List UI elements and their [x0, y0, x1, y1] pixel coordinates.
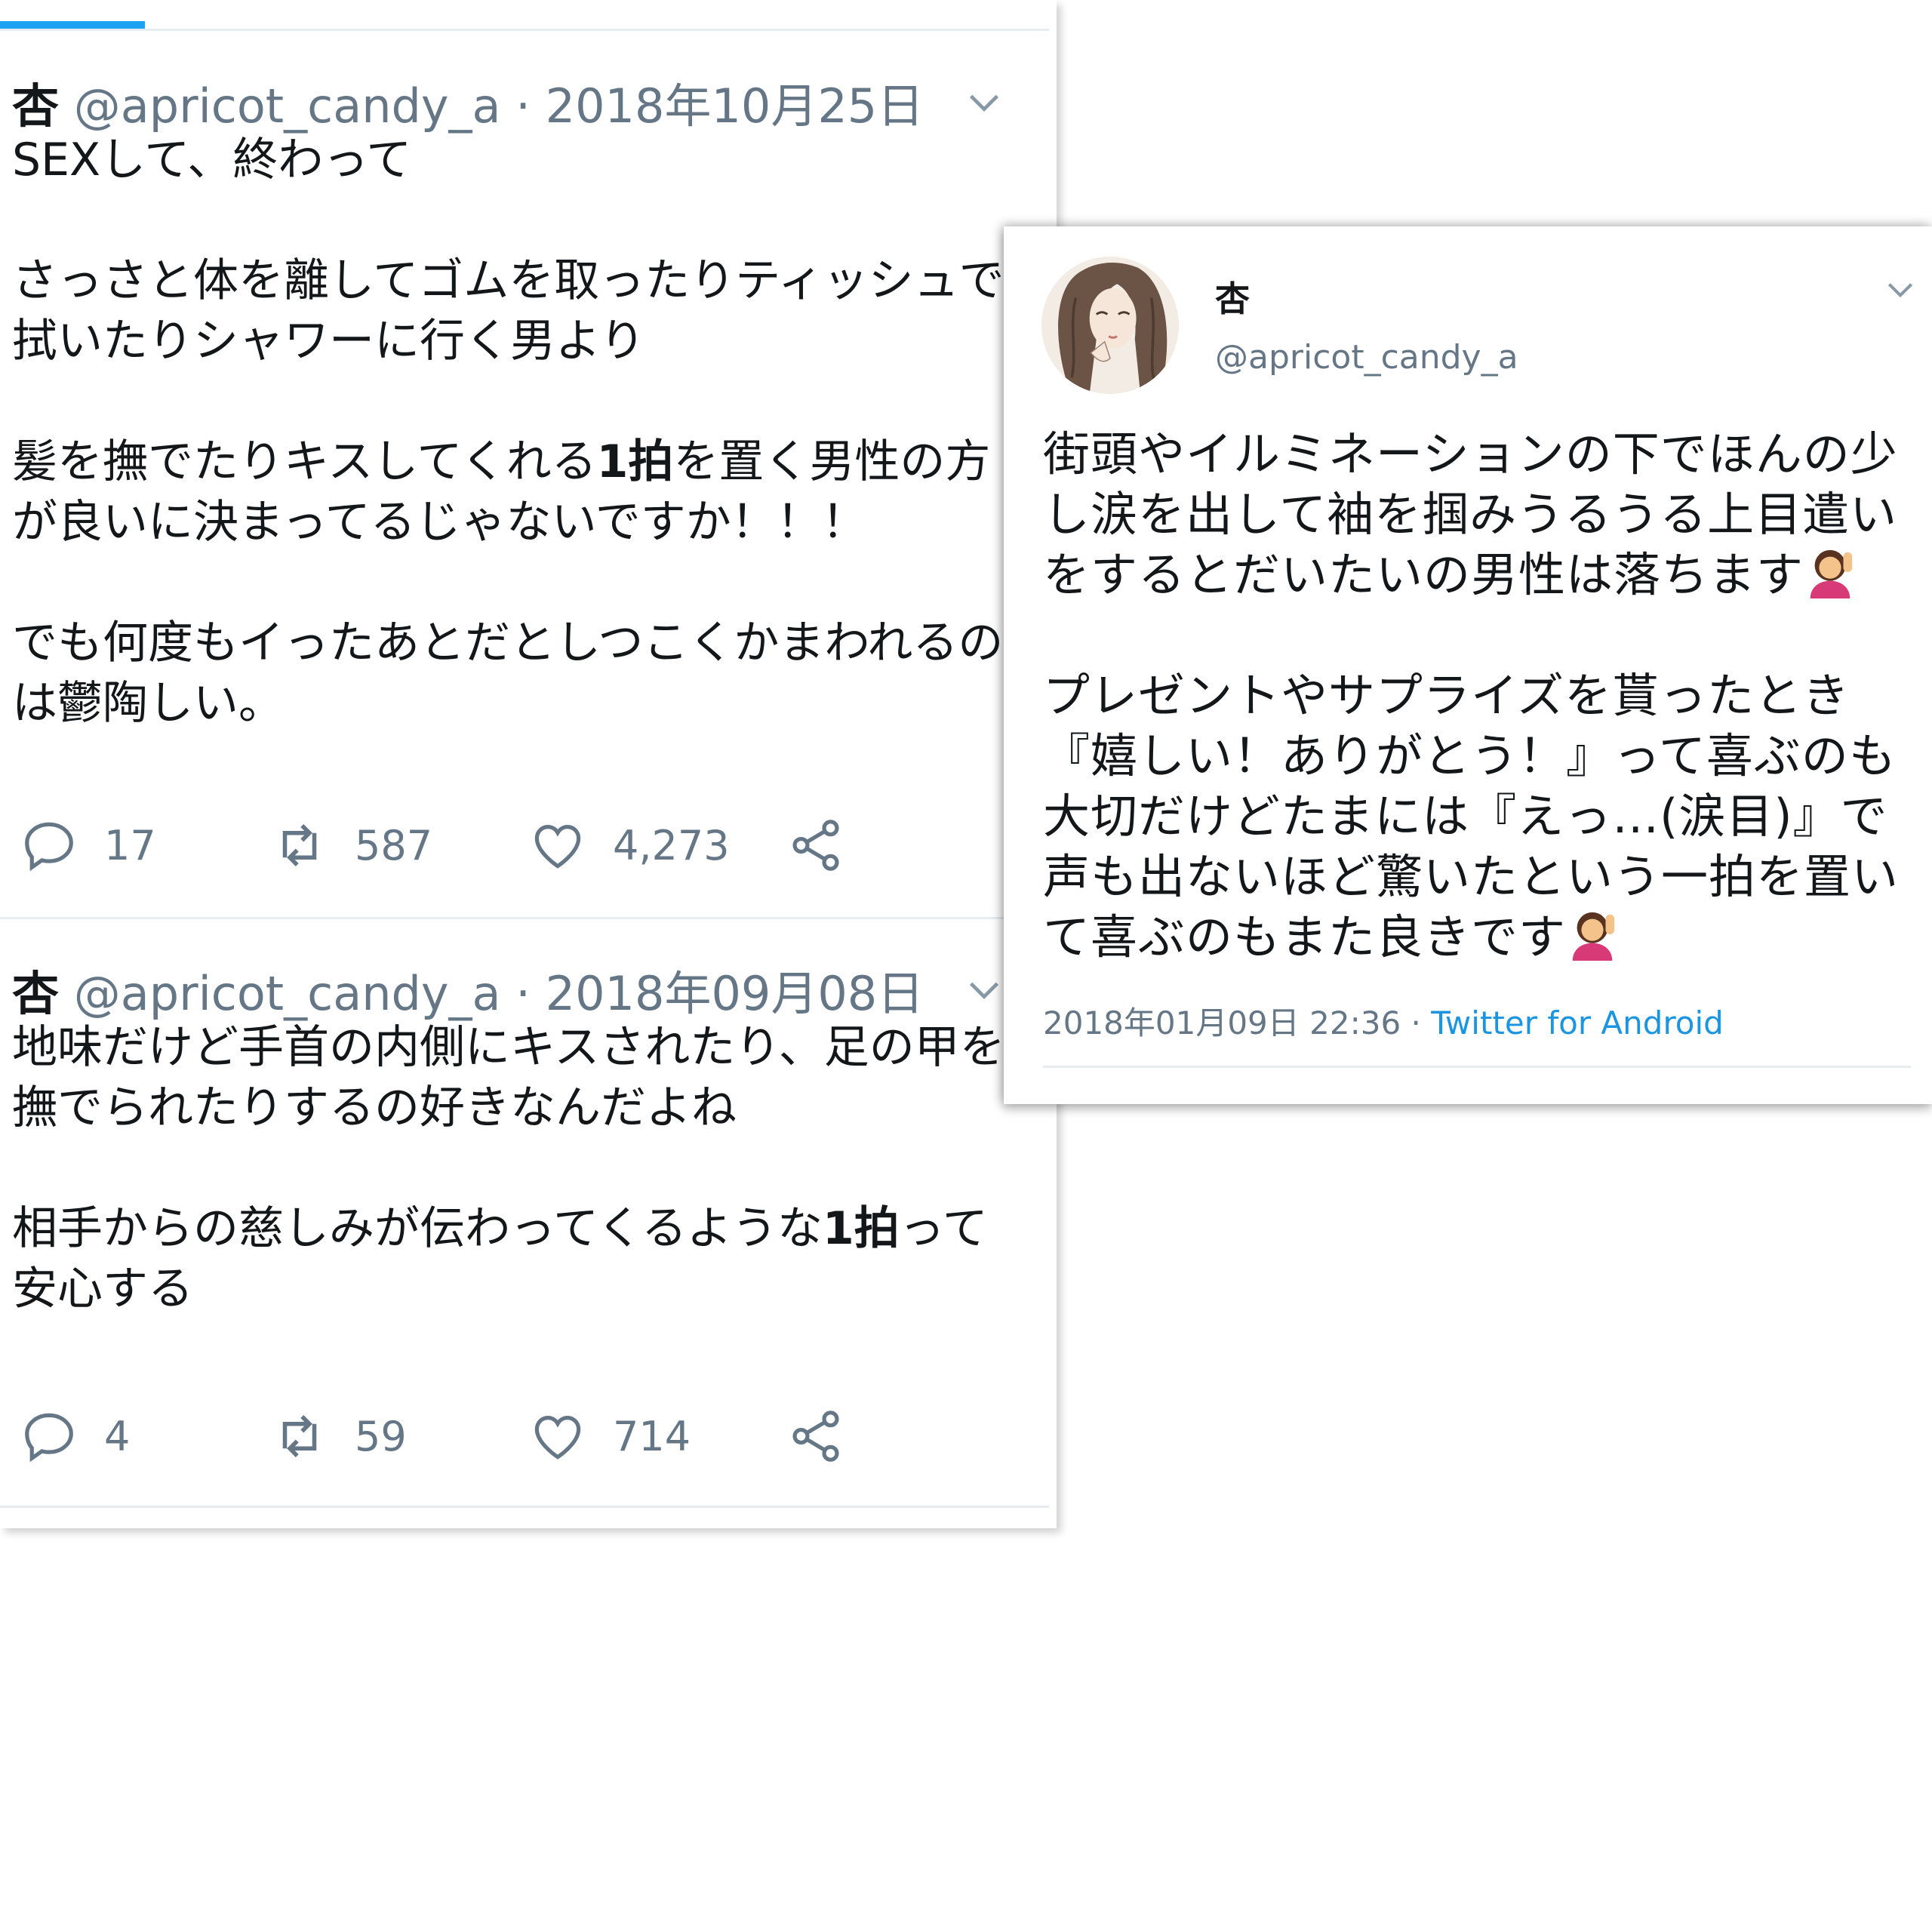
- like-button[interactable]: 4,273: [528, 811, 730, 879]
- author-handle[interactable]: @apricot_candy_a: [1215, 338, 1518, 377]
- right-tweet-panel: 杏 @apricot_candy_a 街頭やイルミネーションの下でほんの少し涙を…: [1004, 226, 1932, 1104]
- chevron-down-icon[interactable]: [964, 83, 1004, 122]
- tweet-header: 杏 @apricot_candy_a · 2018年10月25日: [12, 68, 924, 136]
- tweet-divider: [1043, 1066, 1911, 1068]
- person-raising-hand-emoji-icon: [1572, 912, 1615, 961]
- retweet-icon: [282, 1415, 317, 1457]
- tweet-text-bold: 1拍: [596, 435, 674, 488]
- retweet-count: 59: [355, 1412, 407, 1460]
- reply-button[interactable]: 17: [20, 811, 156, 879]
- tweet-text: 地味だけど手首の内側にキスされたり、足の甲を撫でられたりするの好きなんだよね 相…: [12, 1017, 1008, 1319]
- tweet-text: 街頭やイルミネーションの下でほんの少し涙を出して袖を掴みうるうる上目遣いをすると…: [1043, 424, 1926, 968]
- share-icon: [792, 820, 839, 871]
- author-name[interactable]: 杏: [1215, 272, 1250, 321]
- retweet-button[interactable]: 59: [270, 1402, 407, 1470]
- avatar[interactable]: [1041, 257, 1179, 394]
- reply-count: 4: [104, 1412, 131, 1460]
- reply-count: 17: [104, 821, 156, 869]
- tweet-actions: 17 587 4,273: [0, 811, 906, 879]
- author-name[interactable]: 杏: [12, 78, 59, 134]
- like-count: 714: [613, 1412, 691, 1460]
- share-button[interactable]: [786, 1402, 845, 1470]
- tweet-text: SEXして、終わって さっさと体を離してゴムを取ったりティッシュで拭いたりシャワ…: [12, 130, 1008, 734]
- retweet-button[interactable]: 587: [270, 811, 432, 879]
- tweet-divider: [0, 1506, 1049, 1508]
- tweet-timestamp: 2018年01月09日 22:36 ·: [1043, 1004, 1432, 1041]
- retweet-count: 587: [355, 821, 433, 869]
- progress-track: [0, 29, 1049, 31]
- tweet-meta: 2018年01月09日 22:36 · Twitter for Android: [1043, 998, 1724, 1044]
- tweet-divider: [0, 917, 1049, 919]
- chevron-down-icon[interactable]: [964, 971, 1004, 1010]
- chevron-down-icon[interactable]: [1884, 273, 1917, 306]
- tweet-text-part: 街頭やイルミネーションの下でほんの少し涙を出して袖を掴みうるうる上目遣いをすると…: [1043, 426, 1898, 602]
- reply-icon: [25, 1413, 73, 1463]
- like-count: 4,273: [613, 821, 730, 869]
- tweet-text-part: プレゼントやサプライズを貰ったとき『嬉しい！ありがとう！』って喜ぶのも大切だけど…: [1043, 668, 1900, 964]
- person-raising-hand-emoji-icon: [1810, 549, 1853, 598]
- tweet-header: 杏 @apricot_candy_a · 2018年09月08日: [12, 955, 924, 1023]
- left-tweet-panel: 杏 @apricot_candy_a · 2018年10月25日 SEXして、終…: [0, 0, 1057, 1528]
- share-button[interactable]: [786, 811, 845, 879]
- client-link[interactable]: Twitter for Android: [1431, 1004, 1724, 1041]
- author-meta[interactable]: @apricot_candy_a · 2018年10月25日: [59, 78, 924, 134]
- share-icon: [792, 1411, 839, 1462]
- author-name[interactable]: 杏: [12, 966, 59, 1021]
- like-icon: [534, 825, 581, 869]
- tweet-actions: 4 59 714: [0, 1402, 906, 1470]
- reply-icon: [25, 822, 73, 872]
- avatar-illustration: [1041, 257, 1179, 394]
- reply-button[interactable]: 4: [20, 1402, 130, 1470]
- retweet-icon: [282, 824, 317, 866]
- like-button[interactable]: 714: [528, 1402, 691, 1470]
- like-icon: [534, 1416, 581, 1460]
- author-meta[interactable]: @apricot_candy_a · 2018年09月08日: [59, 966, 924, 1021]
- tweet-text-bold: 1拍: [823, 1202, 900, 1255]
